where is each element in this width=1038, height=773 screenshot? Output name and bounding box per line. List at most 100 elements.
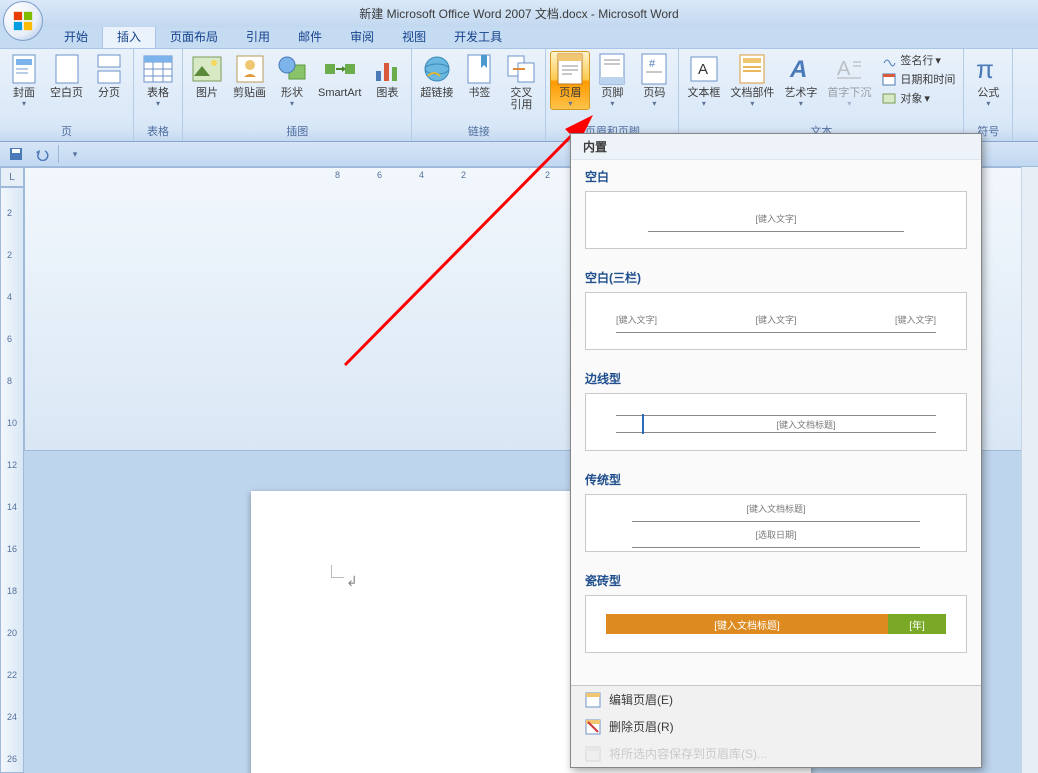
clipart-button[interactable]: 剪贴画 xyxy=(229,51,270,101)
blank-page-button[interactable]: 空白页 xyxy=(46,51,87,101)
gallery-preview-traditional: [键入文档标题] [选取日期] xyxy=(585,494,967,552)
gallery-item-blank[interactable]: 空白 [键入文字] xyxy=(571,160,981,261)
tab-view[interactable]: 视图 xyxy=(388,25,440,48)
cover-page-button[interactable]: 封面▾ xyxy=(4,51,44,110)
save-gallery-icon xyxy=(585,746,601,762)
shapes-icon xyxy=(277,55,307,83)
smartart-button[interactable]: SmartArt xyxy=(314,51,365,101)
footer-button[interactable]: 页脚▾ xyxy=(592,51,632,110)
group-label-illustrations: 插图 xyxy=(187,122,407,141)
cover-page-icon xyxy=(12,54,36,84)
gallery-preview-blank3: [键入文字][键入文字][键入文字] xyxy=(585,292,967,350)
gallery-scroll[interactable]: 内置 空白 [键入文字] 空白(三栏) [键入文字][键入文字][键入文字] 边… xyxy=(571,134,981,685)
parts-button[interactable]: 文档部件▾ xyxy=(726,51,778,110)
textbox-icon: A xyxy=(690,56,718,82)
gallery-section-builtin: 内置 xyxy=(571,134,981,160)
group-label-links: 链接 xyxy=(416,122,541,141)
gallery-preview-blank: [键入文字] xyxy=(585,191,967,249)
gallery-item-blank3[interactable]: 空白(三栏) [键入文字][键入文字][键入文字] xyxy=(571,261,981,362)
svg-text:A: A xyxy=(698,61,708,78)
vertical-ruler[interactable]: 22468101214161820222426 xyxy=(0,187,24,773)
qat-customize-button[interactable]: ▾ xyxy=(65,144,85,164)
chart-button[interactable]: 图表 xyxy=(367,51,407,101)
tab-review[interactable]: 审阅 xyxy=(336,25,388,48)
svg-text:π: π xyxy=(976,54,994,84)
clipart-icon xyxy=(236,55,264,83)
dropcap-icon: A xyxy=(835,55,863,83)
table-button[interactable]: 表格▾ xyxy=(138,51,178,110)
smartart-icon xyxy=(324,56,356,82)
ribbon: 封面▾ 空白页 分页 页 表格▾ 表格 图片 剪贴画 形状▾ SmartArt … xyxy=(0,49,1038,142)
datetime-icon xyxy=(882,72,896,86)
svg-text:A: A xyxy=(837,58,851,80)
bookmark-button[interactable]: 书签 xyxy=(459,51,499,101)
wordart-button[interactable]: A艺术字▾ xyxy=(780,51,821,110)
group-symbols: π公式▾ 符号 xyxy=(964,49,1013,141)
signature-button[interactable]: 签名行 ▾ xyxy=(877,51,959,69)
ruler-corner: L xyxy=(0,167,24,187)
qat-undo-button[interactable] xyxy=(32,144,52,164)
remove-header-menuitem[interactable]: 删除页眉(R) xyxy=(571,713,981,740)
group-label-tables: 表格 xyxy=(138,122,178,141)
signature-icon xyxy=(882,53,896,67)
equation-button[interactable]: π公式▾ xyxy=(968,51,1008,110)
edit-header-menuitem[interactable]: 编辑页眉(E) xyxy=(571,686,981,713)
tab-mailings[interactable]: 邮件 xyxy=(284,25,336,48)
equation-icon: π xyxy=(972,54,1004,84)
page-break-icon xyxy=(97,54,121,84)
group-text: A文本框▾ 文档部件▾ A艺术字▾ A首字下沉▾ 签名行 ▾ 日期和时间 对象 … xyxy=(679,49,964,141)
picture-icon xyxy=(192,56,222,82)
cursor-mark: ↲ xyxy=(346,573,358,590)
dropcap-button: A首字下沉▾ xyxy=(823,51,875,110)
shapes-button[interactable]: 形状▾ xyxy=(272,51,312,110)
gallery-preview-sideline: [键入文档标题] xyxy=(585,393,967,451)
tab-references[interactable]: 引用 xyxy=(232,25,284,48)
header-button[interactable]: 页眉▾ xyxy=(550,51,590,110)
chart-icon xyxy=(373,55,401,83)
header-icon xyxy=(557,53,583,85)
datetime-button[interactable]: 日期和时间 xyxy=(877,70,959,88)
gallery-item-tile[interactable]: 瓷砖型 [键入文档标题] [年] xyxy=(571,564,981,665)
group-illustrations: 图片 剪贴画 形状▾ SmartArt 图表 插图 xyxy=(183,49,412,141)
tab-developer[interactable]: 开发工具 xyxy=(440,25,516,48)
crossref-icon xyxy=(507,55,535,83)
parts-icon xyxy=(739,54,765,84)
object-icon xyxy=(882,91,896,105)
group-headerfooter: 页眉▾ 页脚▾ #页码▾ 页眉和页脚 xyxy=(546,49,679,141)
group-pages: 封面▾ 空白页 分页 页 xyxy=(0,49,134,141)
ribbon-tabs: 开始 插入 页面布局 引用 邮件 审阅 视图 开发工具 xyxy=(0,27,1038,49)
gallery-item-traditional[interactable]: 传统型 [键入文档标题] [选取日期] xyxy=(571,463,981,564)
gallery-preview-tile: [键入文档标题] [年] xyxy=(585,595,967,653)
page-break-button[interactable]: 分页 xyxy=(89,51,129,101)
vertical-scrollbar[interactable] xyxy=(1021,167,1038,773)
office-button[interactable] xyxy=(3,1,43,41)
tab-layout[interactable]: 页面布局 xyxy=(156,25,232,48)
save-to-gallery-menuitem: 将所选内容保存到页眉库(S)... xyxy=(571,740,981,767)
header-gallery-dropdown: 内置 空白 [键入文字] 空白(三栏) [键入文字][键入文字][键入文字] 边… xyxy=(570,133,982,768)
table-icon xyxy=(143,55,173,83)
hyperlink-button[interactable]: 超链接 xyxy=(416,51,457,101)
textbox-button[interactable]: A文本框▾ xyxy=(683,51,724,110)
bookmark-icon xyxy=(467,54,491,84)
remove-header-icon xyxy=(585,719,601,735)
qat-save-button[interactable] xyxy=(6,144,26,164)
save-icon xyxy=(9,147,23,161)
wordart-icon: A xyxy=(787,55,815,83)
group-tables: 表格▾ 表格 xyxy=(134,49,183,141)
blank-page-icon xyxy=(55,54,79,84)
office-logo-icon xyxy=(12,10,34,32)
object-button[interactable]: 对象 ▾ xyxy=(877,89,959,107)
crossref-button[interactable]: 交叉 引用 xyxy=(501,51,541,113)
title-bar: 新建 Microsoft Office Word 2007 文档.docx - … xyxy=(0,0,1038,27)
group-label-pages: 页 xyxy=(4,122,129,141)
pagenum-button[interactable]: #页码▾ xyxy=(634,51,674,110)
edit-header-icon xyxy=(585,692,601,708)
tab-home[interactable]: 开始 xyxy=(50,25,102,48)
svg-text:A: A xyxy=(789,56,807,83)
svg-text:#: # xyxy=(649,58,656,70)
tab-insert[interactable]: 插入 xyxy=(102,24,156,48)
picture-button[interactable]: 图片 xyxy=(187,51,227,101)
hyperlink-icon xyxy=(422,54,452,84)
gallery-item-sideline[interactable]: 边线型 [键入文档标题] xyxy=(571,362,981,463)
gallery-footer: 编辑页眉(E) 删除页眉(R) 将所选内容保存到页眉库(S)... xyxy=(571,685,981,767)
